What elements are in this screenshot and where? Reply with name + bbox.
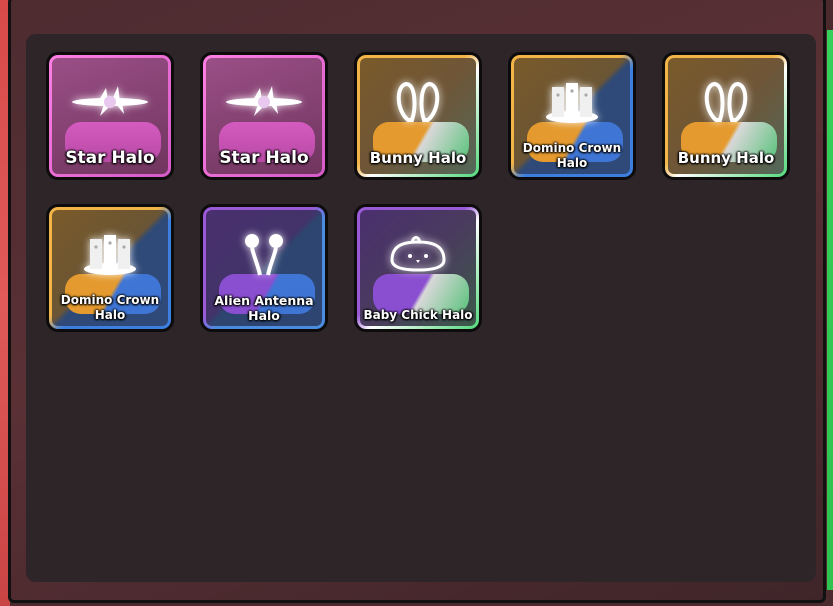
inventory-panel: Star Halo Star Halo Bunny Halo Domino Cr…	[26, 34, 816, 582]
domino-crown-halo-icon	[514, 74, 630, 130]
inventory-slot[interactable]: Baby Chick Halo	[354, 204, 482, 332]
item-name: Bunny Halo	[677, 149, 775, 167]
bunny-halo-icon	[360, 74, 476, 130]
inventory-slot[interactable]: Alien Antenna Halo	[200, 204, 328, 332]
inventory-slot[interactable]: Star Halo	[200, 52, 328, 180]
star-halo-icon	[52, 74, 168, 130]
item-name: Baby Chick Halo	[363, 308, 473, 322]
background-right-edge	[827, 30, 833, 590]
bunny-halo-icon	[668, 74, 784, 130]
inventory-slot[interactable]: Star Halo	[46, 52, 174, 180]
inventory-slot[interactable]: Domino Crown Halo	[46, 204, 174, 332]
inventory-slot[interactable]: Bunny Halo	[354, 52, 482, 180]
item-name: Domino Crown Halo	[60, 293, 160, 322]
inventory-slot[interactable]: Domino Crown Halo	[508, 52, 636, 180]
baby-chick-halo-icon	[360, 226, 476, 282]
domino-crown-halo-icon	[52, 226, 168, 282]
item-name: Alien Antenna Halo	[214, 293, 314, 323]
inventory-slot[interactable]: Bunny Halo	[662, 52, 790, 180]
alien-antenna-halo-icon	[206, 226, 322, 282]
star-halo-icon	[206, 74, 322, 130]
item-name: Bunny Halo	[369, 149, 467, 167]
item-name: Domino Crown Halo	[522, 141, 622, 170]
item-name: Star Halo	[219, 148, 309, 168]
item-name: Star Halo	[65, 148, 155, 168]
